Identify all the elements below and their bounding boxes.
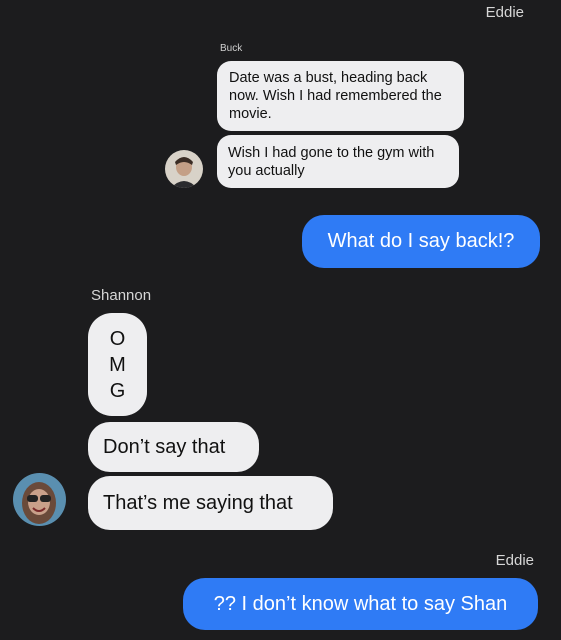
- omg-letter-o: O: [109, 327, 126, 350]
- message-bubble-shannon-1[interactable]: Don’t say that: [88, 422, 259, 472]
- sender-name-shannon: Shannon: [91, 287, 152, 304]
- message-bubble-buck-1[interactable]: Date was a bust, heading back now. Wish …: [217, 61, 464, 131]
- sender-name-eddie-top: Eddie: [485, 4, 524, 21]
- message-bubble-shannon-2[interactable]: That’s me saying that: [88, 476, 333, 530]
- message-text: Don’t say that: [103, 435, 226, 458]
- message-bubble-outgoing-1[interactable]: What do I say back!?: [302, 215, 540, 268]
- message-text: That’s me saying that: [103, 491, 293, 514]
- omg-letter-m: M: [109, 353, 126, 376]
- sender-name-eddie-bottom: Eddie: [495, 552, 534, 569]
- sender-name-buck: Buck: [220, 43, 243, 54]
- message-text: What do I say back!?: [327, 230, 515, 252]
- message-text: ?? I don’t know what to say Shan: [213, 592, 508, 615]
- message-bubble-outgoing-2[interactable]: ?? I don’t know what to say Shan: [183, 578, 538, 630]
- message-text: Date was a bust, heading back now. Wish …: [229, 70, 442, 122]
- message-text: Wish I had gone to the gym with you actu…: [228, 145, 435, 179]
- omg-letter-g: G: [109, 379, 126, 402]
- avatar-buck[interactable]: [165, 150, 203, 188]
- message-bubble-buck-2[interactable]: Wish I had gone to the gym with you actu…: [217, 135, 459, 188]
- message-bubble-shannon-omg[interactable]: O M G: [88, 313, 147, 416]
- avatar-shannon[interactable]: [13, 473, 66, 526]
